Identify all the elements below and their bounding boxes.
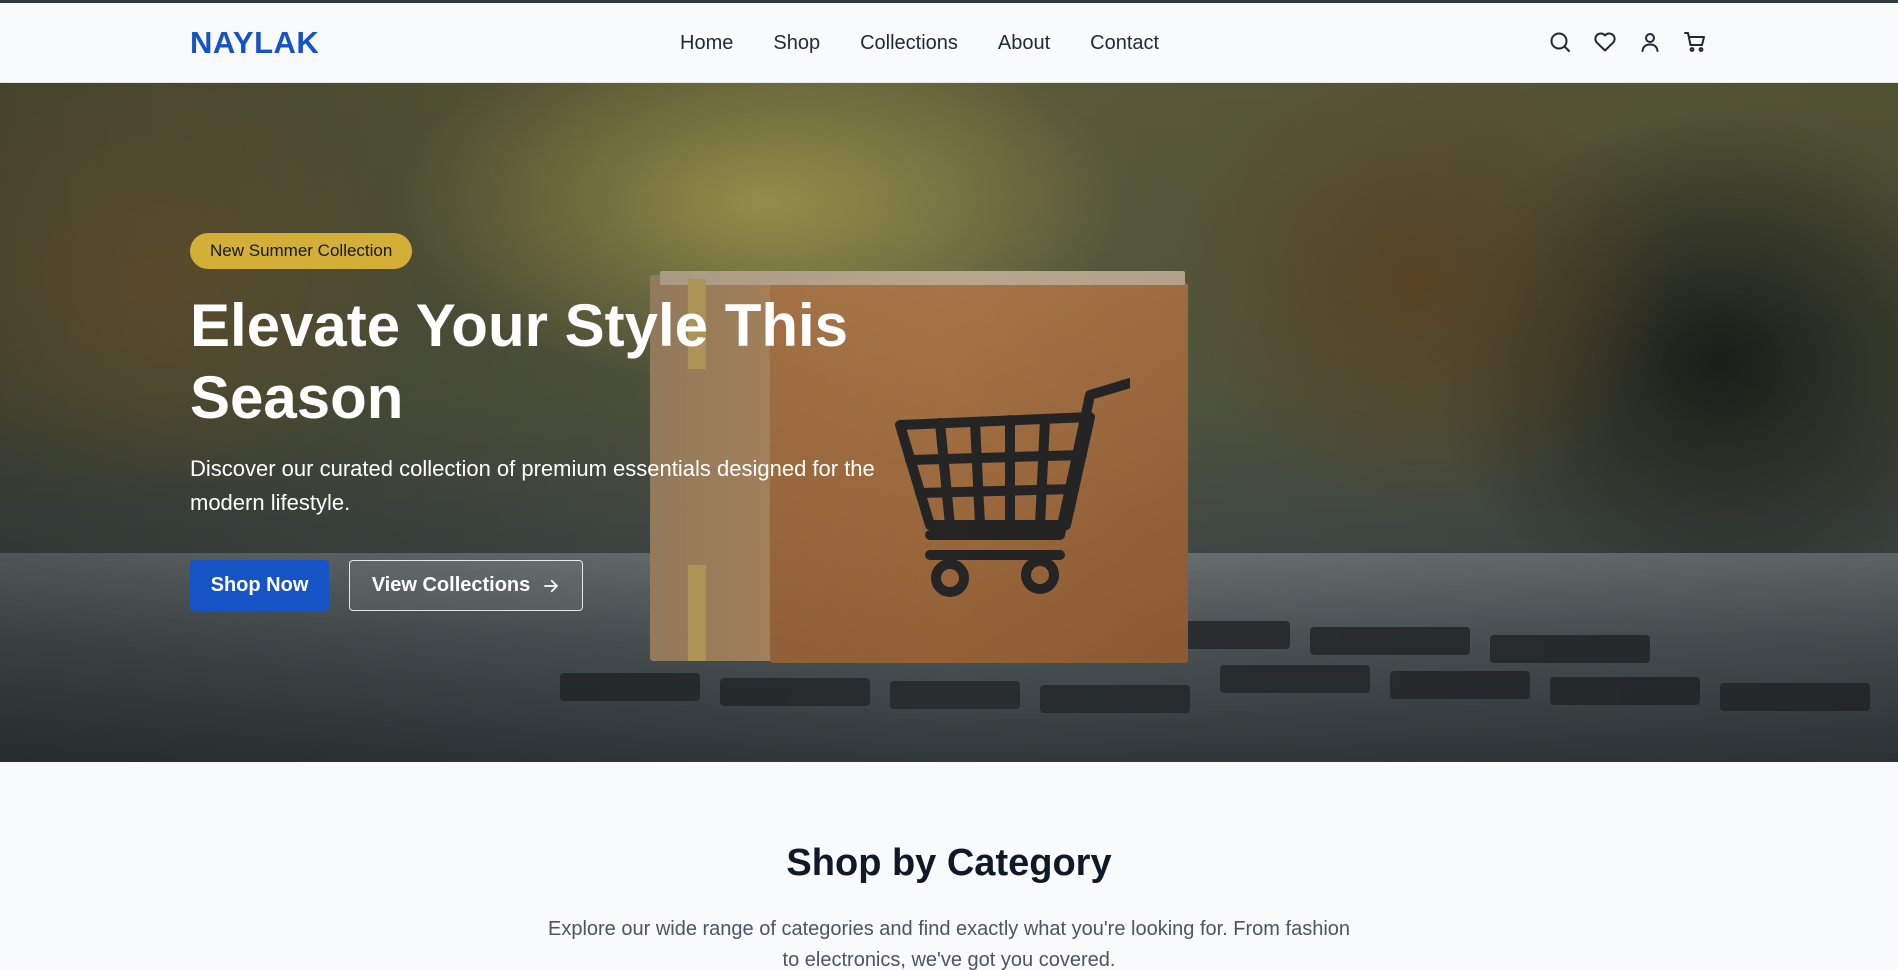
nav-item-contact[interactable]: Contact <box>1090 32 1159 55</box>
cart-icon[interactable] <box>1683 30 1707 54</box>
category-section-title: Shop by Category <box>786 842 1112 884</box>
view-collections-button[interactable]: View Collections <box>349 560 583 611</box>
nav-item-shop[interactable]: Shop <box>773 32 820 55</box>
hero-title: Elevate Your Style This Season <box>190 292 849 431</box>
search-icon[interactable] <box>1548 30 1572 54</box>
shop-now-button[interactable]: Shop Now <box>190 560 329 611</box>
site-header: NAYLAK Home Shop Collections About Conta… <box>0 3 1898 83</box>
arrow-right-icon <box>544 579 559 592</box>
category-section-description: Explore our wide range of categories and… <box>547 918 1351 970</box>
shop-now-label: Shop Now <box>210 574 309 596</box>
header-actions <box>1548 30 1707 54</box>
nav-item-collections[interactable]: Collections <box>860 32 958 55</box>
brand-logo[interactable]: NAYLAK <box>190 25 319 61</box>
view-collections-label: View Collections <box>371 574 531 596</box>
user-icon[interactable] <box>1638 30 1662 54</box>
hero-subtitle: Discover our curated collection of premi… <box>190 456 875 515</box>
nav-item-about[interactable]: About <box>998 32 1050 55</box>
nav-item-home[interactable]: Home <box>680 32 733 55</box>
heart-icon[interactable] <box>1593 30 1617 54</box>
main-nav: Home Shop Collections About Contact <box>680 32 1159 55</box>
collection-badge: New Summer Collection <box>190 233 413 269</box>
